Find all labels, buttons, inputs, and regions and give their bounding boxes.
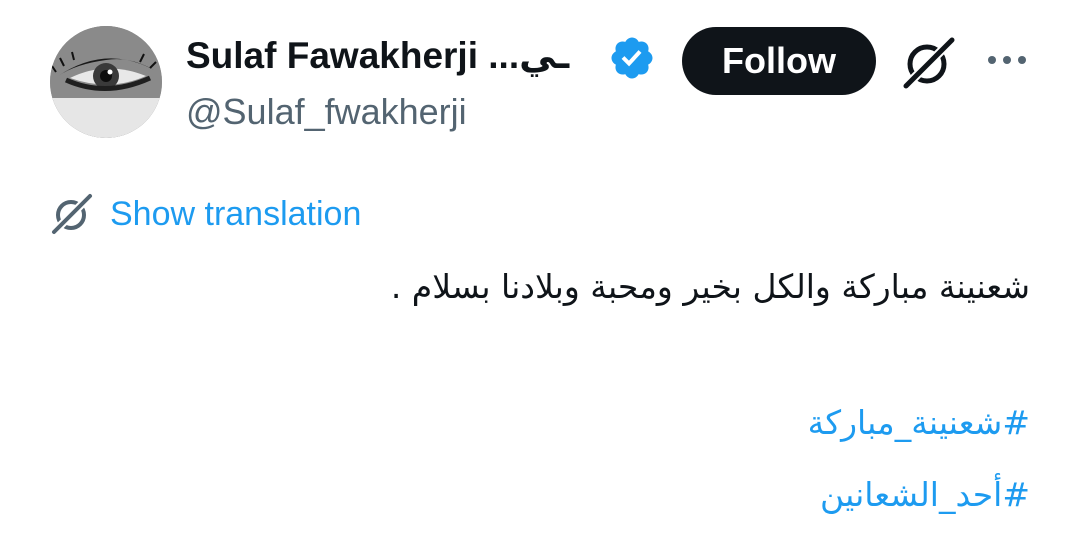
tweet-card: Sulaf Fawakherji ...ـي @Sulaf_fwakherji … (0, 0, 1080, 538)
hashtag-link[interactable]: #شعنينة_مباركة (808, 398, 1030, 448)
grok-icon[interactable] (900, 34, 956, 90)
hashtag-link[interactable]: #أحد_الشعانين (820, 470, 1030, 520)
translate-icon (51, 193, 93, 235)
author-handle[interactable]: @Sulaf_fwakherji (186, 90, 467, 134)
avatar-image (50, 26, 162, 138)
show-translation-row[interactable]: Show translation (50, 192, 361, 236)
avatar[interactable] (50, 26, 162, 138)
author-name[interactable]: Sulaf Fawakherji ...ـي (186, 34, 569, 78)
tweet-text: شعنينة مباركة والكل بخير ومحبة وبلادنا ب… (390, 267, 1030, 306)
show-translation-link[interactable]: Show translation (110, 192, 361, 236)
more-options-icon[interactable] (986, 52, 1028, 68)
verified-badge-icon (611, 37, 653, 79)
follow-button[interactable]: Follow (682, 27, 876, 95)
